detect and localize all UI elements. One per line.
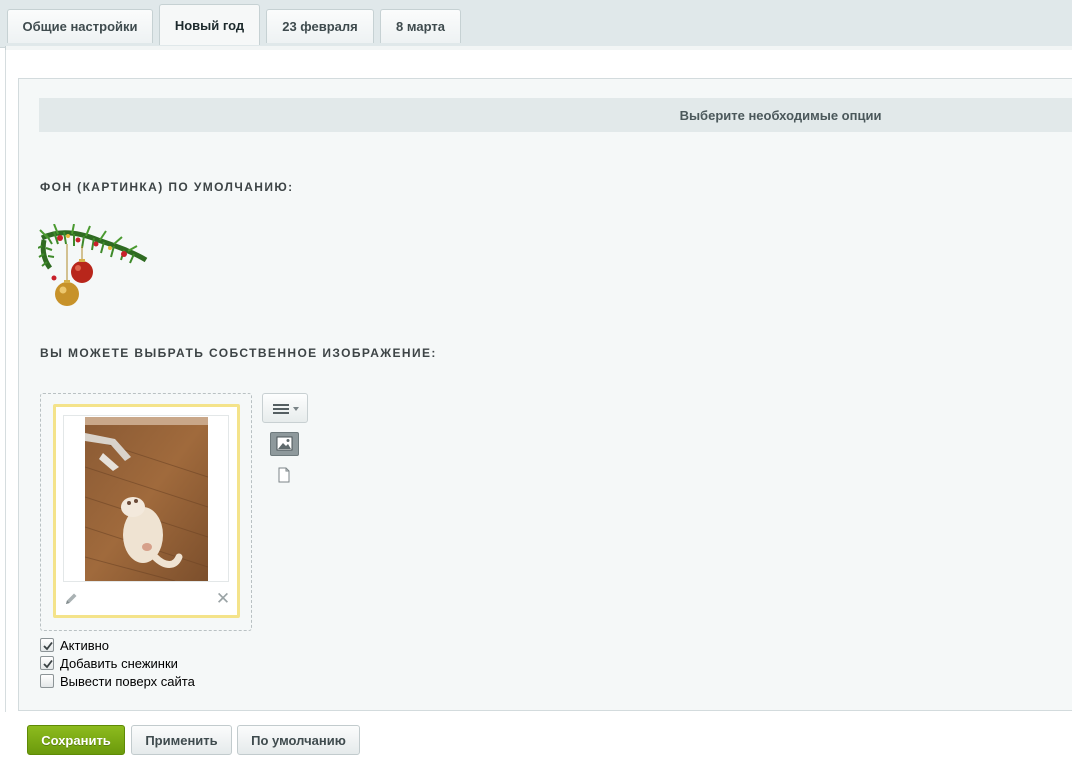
upload-menu-button[interactable] bbox=[262, 393, 308, 423]
tab-bar: Общие настройки Новый год 23 февраля 8 м… bbox=[0, 0, 1072, 48]
default-background-image bbox=[38, 224, 148, 306]
tab-label: 23 февраля bbox=[282, 19, 358, 34]
option-snowflakes[interactable]: Добавить снежинки bbox=[40, 655, 178, 671]
save-button[interactable]: Сохранить bbox=[27, 725, 125, 755]
apply-button[interactable]: Применить bbox=[131, 725, 232, 755]
custom-image-label: ВЫ МОЖЕТЕ ВЫБРАТЬ СОБСТВЕННОЕ ИЗОБРАЖЕНИ… bbox=[40, 346, 437, 360]
menu-icon bbox=[273, 404, 299, 414]
tab-march-8[interactable]: 8 марта bbox=[380, 9, 461, 43]
tab-february-23[interactable]: 23 февраля bbox=[266, 9, 374, 43]
tab-new-year[interactable]: Новый год bbox=[159, 4, 260, 45]
tab-general-settings[interactable]: Общие настройки bbox=[7, 9, 153, 43]
option-overlay[interactable]: Вывести поверх сайта bbox=[40, 673, 195, 689]
active-checkbox[interactable] bbox=[40, 638, 54, 652]
section-header-text: Выберите необходимые опции bbox=[679, 107, 882, 123]
checkmark-icon bbox=[43, 641, 53, 651]
tab-label: 8 марта bbox=[396, 19, 445, 34]
default-background-label: ФОН (КАРТИНКА) ПО УМОЛЧАНИЮ: bbox=[40, 180, 294, 194]
pencil-icon[interactable] bbox=[63, 591, 79, 607]
image-upload-button[interactable] bbox=[270, 432, 299, 456]
checkmark-icon bbox=[43, 659, 53, 669]
close-icon[interactable]: ✕ bbox=[214, 590, 232, 608]
image-icon bbox=[276, 436, 293, 451]
option-active[interactable]: Активно bbox=[40, 637, 109, 653]
file-icon[interactable] bbox=[277, 467, 291, 483]
snowflakes-label: Добавить снежинки bbox=[60, 655, 178, 671]
active-label: Активно bbox=[60, 637, 110, 653]
overlay-label: Вывести поверх сайта bbox=[60, 673, 195, 689]
default-button[interactable]: По умолчанию bbox=[237, 725, 360, 755]
snowflakes-checkbox[interactable] bbox=[40, 656, 54, 670]
tab-label: Общие настройки bbox=[22, 19, 138, 34]
section-header: Выберите необходимые опции bbox=[39, 98, 1072, 132]
overlay-checkbox[interactable] bbox=[40, 674, 54, 688]
uploaded-image-thumbnail[interactable] bbox=[85, 417, 208, 581]
tab-label: Новый год bbox=[174, 17, 245, 33]
